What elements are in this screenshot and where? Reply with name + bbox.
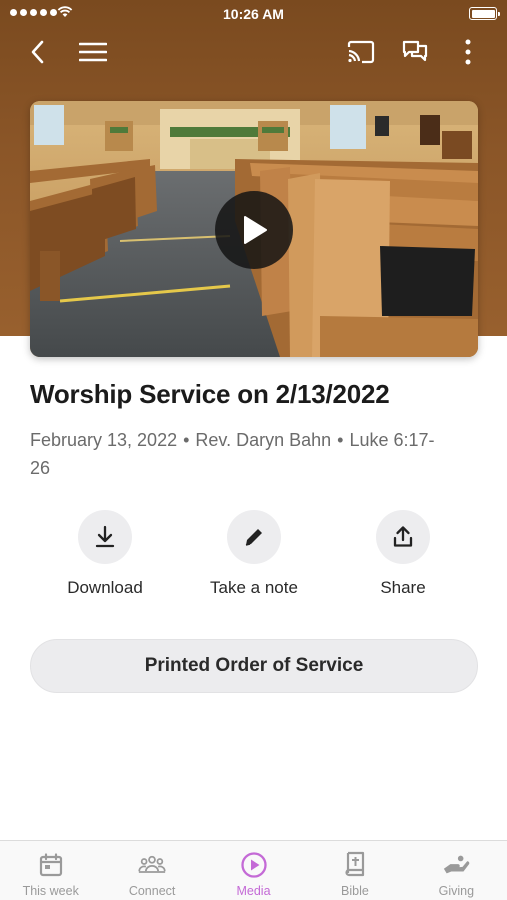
hamburger-menu-icon <box>79 42 107 62</box>
video-player[interactable] <box>30 101 478 357</box>
more-options-button[interactable] <box>450 34 486 70</box>
take-a-note-label: Take a note <box>210 578 298 597</box>
play-icon <box>244 216 267 244</box>
back-button[interactable] <box>20 34 56 70</box>
calendar-icon <box>39 853 62 877</box>
play-button[interactable] <box>215 191 293 269</box>
tab-this-week-label: This week <box>22 884 79 898</box>
sermon-meta: February 13, 2022 • Rev. Daryn Bahn • Luke 6… <box>30 426 450 482</box>
bottom-tab-bar: This week Connect Media Bible Giving <box>0 840 507 900</box>
share-icon-circle <box>376 510 430 564</box>
download-label: Download <box>67 578 143 597</box>
cast-icon <box>347 40 375 64</box>
battery-icon <box>469 7 500 20</box>
tab-media[interactable]: Media <box>203 841 304 900</box>
note-icon-circle <box>227 510 281 564</box>
chat-bubbles-icon <box>402 40 428 62</box>
tab-bible[interactable]: Bible <box>304 841 405 900</box>
download-button[interactable]: Download <box>45 510 165 598</box>
share-icon <box>393 526 413 547</box>
tab-media-label: Media <box>236 884 271 898</box>
status-bar: 10:26 AM <box>0 0 507 28</box>
sermon-title: Worship Service on 2/13/2022 <box>30 379 390 409</box>
tab-giving-label: Giving <box>438 884 475 898</box>
tab-bible-label: Bible <box>341 884 369 898</box>
chevron-left-icon <box>31 40 44 64</box>
tab-this-week[interactable]: This week <box>0 841 101 900</box>
take-a-note-button[interactable]: Take a note <box>194 510 314 598</box>
top-navigation-bar <box>0 32 507 72</box>
download-icon <box>95 525 115 548</box>
play-circle-icon <box>240 852 267 878</box>
share-label: Share <box>380 578 426 597</box>
giving-hand-icon <box>444 855 470 874</box>
chat-button[interactable] <box>397 34 433 70</box>
bible-icon <box>345 851 365 877</box>
cast-button[interactable] <box>343 34 379 70</box>
tab-connect-label: Connect <box>128 884 176 898</box>
download-icon-circle <box>78 510 132 564</box>
meta-separator: • <box>183 430 190 450</box>
tab-connect[interactable]: Connect <box>101 841 202 900</box>
meta-separator: • <box>337 430 344 450</box>
printed-order-of-service-button[interactable]: Printed Order of Service <box>30 639 478 693</box>
sermon-date: February 13, 2022 <box>30 430 178 450</box>
status-time: 10:26 AM <box>223 6 284 22</box>
share-button[interactable]: Share <box>343 510 463 598</box>
more-vertical-icon <box>465 39 471 65</box>
people-icon <box>138 855 166 873</box>
tab-giving[interactable]: Giving <box>406 841 507 900</box>
sermon-speaker: Rev. Daryn Bahn <box>195 430 332 450</box>
menu-button[interactable] <box>75 34 111 70</box>
pencil-icon <box>245 529 262 546</box>
